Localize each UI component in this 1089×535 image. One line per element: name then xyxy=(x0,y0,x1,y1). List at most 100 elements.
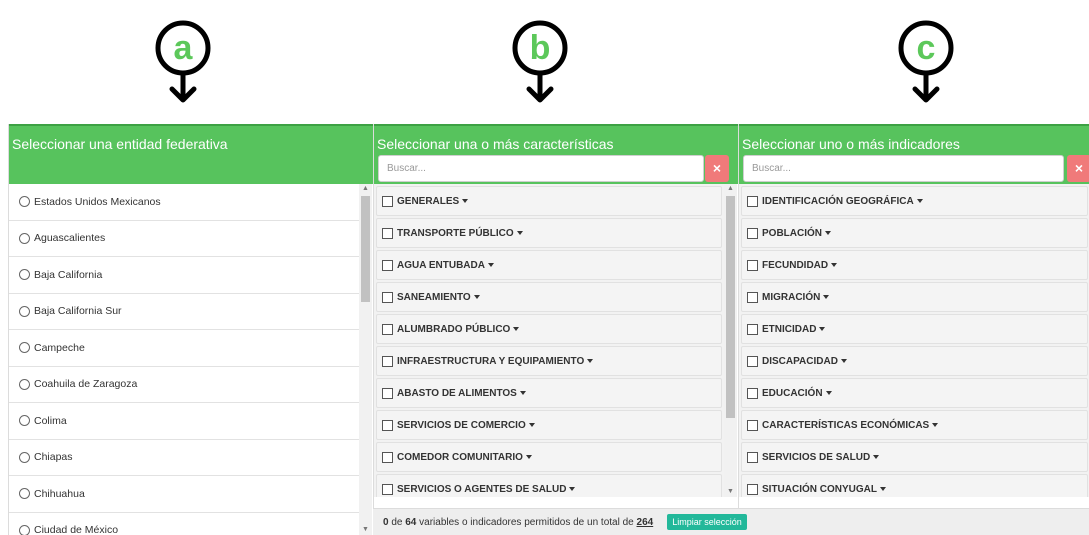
radio-icon[interactable] xyxy=(19,451,30,463)
caret-down-icon[interactable] xyxy=(825,391,832,395)
checkbox-icon[interactable] xyxy=(747,451,758,463)
clear-selection-button[interactable]: Limpiar selección xyxy=(667,514,747,530)
feature-item-label: COMEDOR COMUNITARIO xyxy=(397,451,523,463)
caret-down-icon[interactable] xyxy=(525,455,532,459)
feature-item[interactable]: SANEAMIENTO xyxy=(376,282,722,312)
indicator-item[interactable]: CARACTERÍSTICAS ECONÓMICAS xyxy=(741,410,1088,440)
indicator-item[interactable]: ETNICIDAD xyxy=(741,314,1088,344)
caret-down-icon[interactable] xyxy=(873,455,880,459)
checkbox-icon[interactable] xyxy=(747,291,758,303)
caret-down-icon[interactable] xyxy=(831,263,838,267)
caret-down-icon[interactable] xyxy=(519,391,526,395)
indicator-item[interactable]: EDUCACIÓN xyxy=(741,378,1088,408)
caret-down-icon[interactable] xyxy=(516,231,523,235)
features-clear-icon[interactable]: × xyxy=(705,155,729,182)
indicator-item-label: POBLACIÓN xyxy=(762,227,822,239)
caret-down-icon[interactable] xyxy=(823,295,830,299)
checkbox-icon[interactable] xyxy=(382,483,393,495)
entity-option[interactable]: Baja California Sur xyxy=(9,294,359,330)
caret-down-icon[interactable] xyxy=(840,359,847,363)
entity-option[interactable]: Colima xyxy=(9,403,359,440)
checkbox-icon[interactable] xyxy=(747,387,758,399)
features-search-input[interactable] xyxy=(378,155,704,182)
checkbox-icon[interactable] xyxy=(382,291,393,303)
radio-icon[interactable] xyxy=(19,232,30,244)
indicator-item[interactable]: IDENTIFICACIÓN GEOGRÁFICA xyxy=(741,186,1088,216)
scroll-up-arrow-icon[interactable]: ▲ xyxy=(359,184,372,194)
total-count-link[interactable]: 264 xyxy=(637,517,654,528)
checkbox-icon[interactable] xyxy=(382,419,393,431)
feature-item[interactable]: TRANSPORTE PÚBLICO xyxy=(376,218,722,248)
caret-down-icon[interactable] xyxy=(513,327,520,331)
indicator-item[interactable]: FECUNDIDAD xyxy=(741,250,1088,280)
features-scrollbar[interactable]: ▲ ▼ xyxy=(724,184,737,497)
checkbox-icon[interactable] xyxy=(382,195,393,207)
scroll-thumb[interactable] xyxy=(726,196,735,418)
checkbox-icon[interactable] xyxy=(382,355,393,367)
radio-icon[interactable] xyxy=(19,488,30,500)
caret-down-icon[interactable] xyxy=(916,199,923,203)
radio-icon[interactable] xyxy=(19,342,30,354)
feature-item[interactable]: SERVICIOS DE COMERCIO xyxy=(376,410,722,440)
feature-item[interactable]: ABASTO DE ALIMENTOS xyxy=(376,378,722,408)
entity-option[interactable]: Chihuahua xyxy=(9,476,359,513)
checkbox-icon[interactable] xyxy=(382,451,393,463)
entity-option[interactable]: Ciudad de México xyxy=(9,513,359,535)
checkbox-icon[interactable] xyxy=(747,419,758,431)
entity-option[interactable]: Chiapas xyxy=(9,440,359,476)
entity-option[interactable]: Coahuila de Zaragoza xyxy=(9,367,359,403)
radio-icon[interactable] xyxy=(19,415,30,427)
scroll-up-arrow-icon[interactable]: ▲ xyxy=(724,184,737,194)
checkbox-icon[interactable] xyxy=(747,195,758,207)
radio-icon[interactable] xyxy=(19,269,30,281)
caret-down-icon[interactable] xyxy=(528,423,535,427)
caret-down-icon[interactable] xyxy=(462,199,469,203)
feature-item[interactable]: AGUA ENTUBADA xyxy=(376,250,722,280)
checkbox-icon[interactable] xyxy=(747,355,758,367)
indicators-search-input[interactable] xyxy=(743,155,1064,182)
scroll-down-arrow-icon[interactable]: ▼ xyxy=(359,525,372,535)
indicators-clear-icon[interactable]: × xyxy=(1067,155,1089,182)
feature-item[interactable]: INFRAESTRUCTURA Y EQUIPAMIENTO xyxy=(376,346,722,376)
radio-icon[interactable] xyxy=(19,524,30,535)
caret-down-icon[interactable] xyxy=(825,231,831,235)
radio-icon[interactable] xyxy=(19,378,30,390)
scroll-down-arrow-icon[interactable]: ▼ xyxy=(724,487,737,497)
entity-option[interactable]: Baja California xyxy=(9,257,359,294)
indicator-item[interactable]: SERVICIOS DE SALUD xyxy=(741,442,1088,472)
indicator-item[interactable]: DISCAPACIDAD xyxy=(741,346,1088,376)
feature-item[interactable]: COMEDOR COMUNITARIO xyxy=(376,442,722,472)
checkbox-icon[interactable] xyxy=(747,227,758,239)
checkbox-icon[interactable] xyxy=(747,483,758,495)
indicator-item[interactable]: SITUACIÓN CONYUGAL xyxy=(741,474,1088,497)
caret-down-icon[interactable] xyxy=(587,359,594,363)
entity-option[interactable]: Aguascalientes xyxy=(9,221,359,257)
entity-scrollbar[interactable]: ▲ ▼ xyxy=(359,184,372,535)
checkbox-icon[interactable] xyxy=(747,259,758,271)
indicator-item[interactable]: POBLACIÓN xyxy=(741,218,1088,248)
checkbox-icon[interactable] xyxy=(382,387,393,399)
indicator-item-label: SERVICIOS DE SALUD xyxy=(762,451,871,463)
checkbox-icon[interactable] xyxy=(382,259,393,271)
caret-down-icon[interactable] xyxy=(880,487,886,491)
marker-letter: c xyxy=(916,29,936,67)
entity-option[interactable]: Campeche xyxy=(9,330,359,367)
scroll-thumb[interactable] xyxy=(361,196,370,302)
feature-item[interactable]: ALUMBRADO PÚBLICO xyxy=(376,314,722,344)
caret-down-icon[interactable] xyxy=(819,327,826,331)
checkbox-icon[interactable] xyxy=(747,323,758,335)
indicator-item-label: ETNICIDAD xyxy=(762,323,817,335)
entity-option[interactable]: Estados Unidos Mexicanos xyxy=(9,184,359,221)
checkbox-icon[interactable] xyxy=(382,323,393,335)
checkbox-icon[interactable] xyxy=(382,227,393,239)
feature-item[interactable]: GENERALES xyxy=(376,186,722,216)
radio-icon[interactable] xyxy=(19,305,30,317)
radio-icon[interactable] xyxy=(19,196,30,208)
indicator-item[interactable]: MIGRACIÓN xyxy=(741,282,1088,312)
caret-down-icon[interactable] xyxy=(487,263,494,267)
caret-down-icon[interactable] xyxy=(473,295,480,299)
caret-down-icon[interactable] xyxy=(932,423,939,427)
feature-item[interactable]: SERVICIOS O AGENTES DE SALUD xyxy=(376,474,722,497)
entity-option-label: Chihuahua xyxy=(34,487,85,500)
caret-down-icon[interactable] xyxy=(569,487,576,491)
